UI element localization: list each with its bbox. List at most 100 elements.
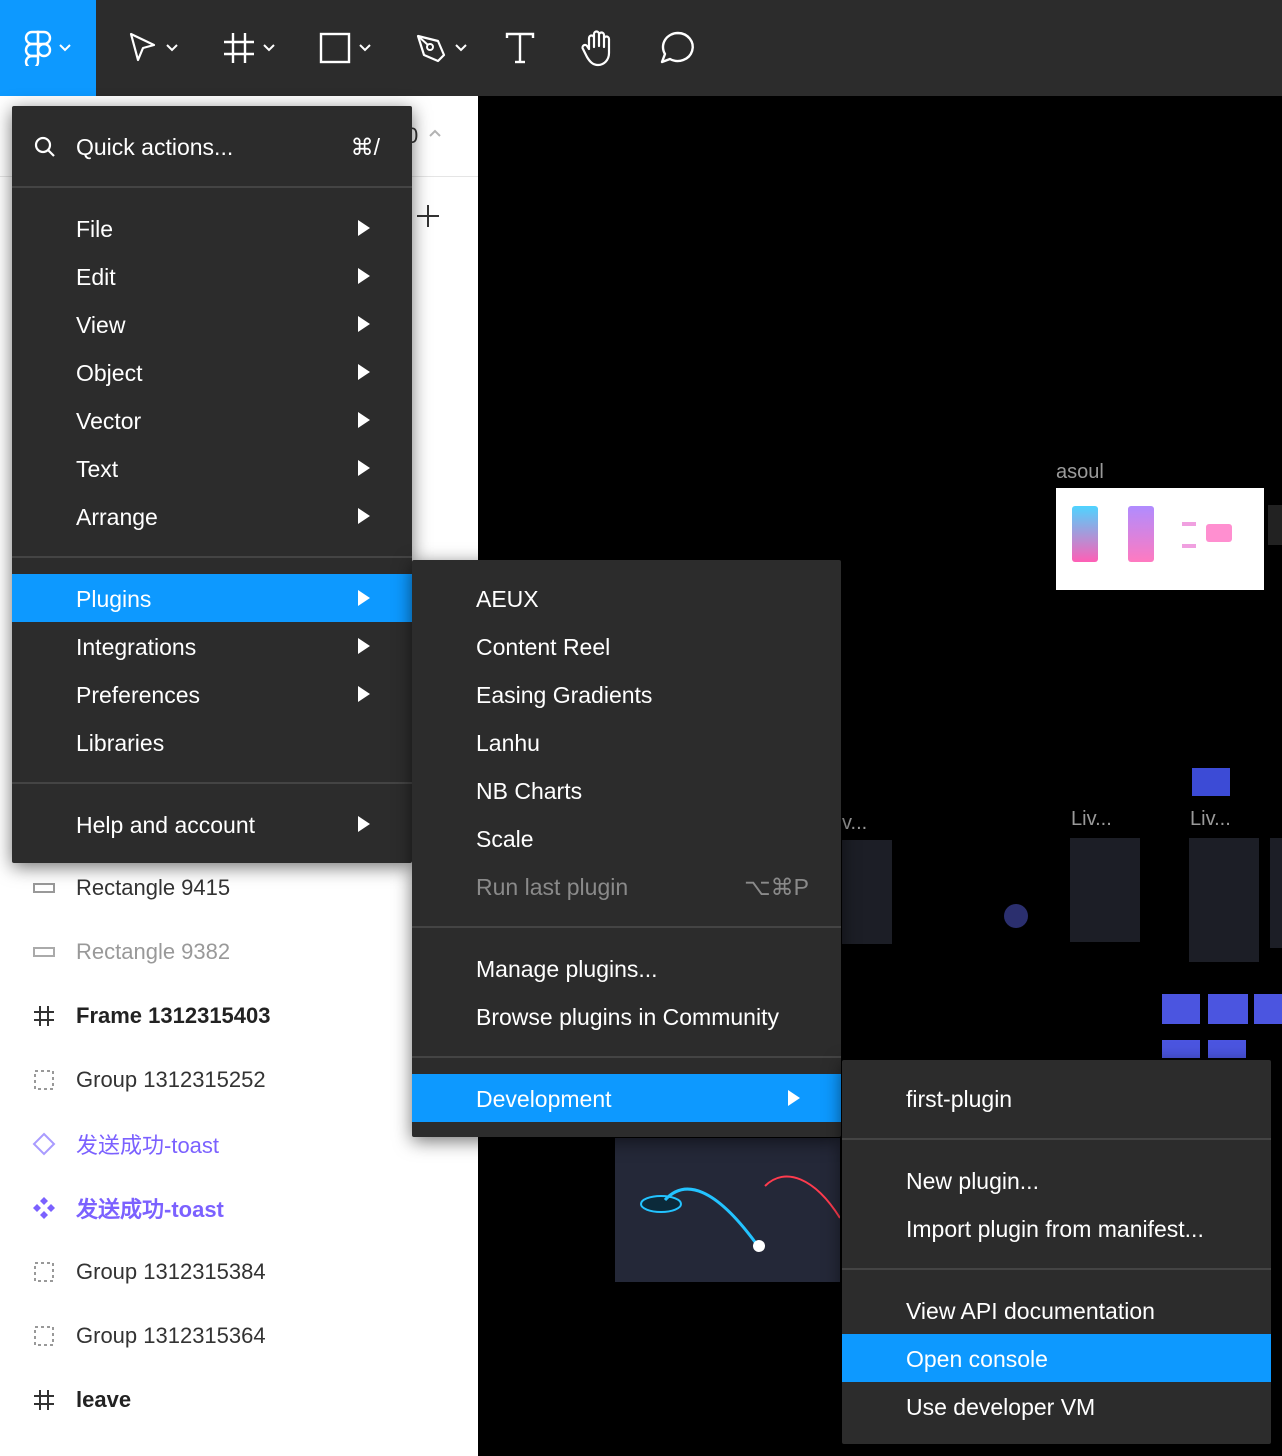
frame-tool[interactable] (214, 0, 284, 96)
group-icon (32, 1068, 56, 1092)
frame-thumbnail-partial[interactable] (1268, 505, 1282, 545)
layer-label: Group 1312315252 (76, 1067, 266, 1092)
pen-tool[interactable] (406, 0, 476, 96)
frame-thumbnail[interactable] (842, 840, 892, 944)
add-page-icon[interactable] (416, 204, 440, 228)
import-manifest-item[interactable]: Import plugin from manifest... (842, 1204, 1271, 1252)
open-console-item[interactable]: Open console (842, 1334, 1271, 1382)
menu-item-file[interactable]: File (12, 204, 412, 252)
menu-item-shortcut: ⌥⌘P (744, 874, 809, 900)
menu-separator (12, 782, 412, 784)
rectangle-tool[interactable] (310, 0, 380, 96)
layer-row[interactable]: Group 1312315252 (0, 1048, 478, 1112)
layer-label: Group 1312315384 (76, 1259, 266, 1284)
menu-item-label: AEUX (476, 586, 539, 612)
menu-item-object[interactable]: Object (12, 348, 412, 396)
layer-row[interactable]: 发送成功-toast (0, 1176, 478, 1240)
quick-actions-item[interactable]: Quick actions... ⌘/ (12, 122, 412, 170)
chevron-up-icon[interactable] (428, 128, 442, 138)
frame-thumbnail[interactable] (1162, 994, 1200, 1024)
submenu-arrow-icon (788, 1090, 800, 1106)
frame-thumbnail[interactable] (1208, 994, 1248, 1024)
comment-tool[interactable] (656, 0, 700, 96)
frame-thumbnail[interactable] (1189, 838, 1259, 962)
menu-item-preferences[interactable]: Preferences (12, 670, 412, 718)
menu-item-arrange[interactable]: Arrange (12, 492, 412, 540)
layer-row[interactable]: leave (0, 1368, 478, 1432)
search-icon (34, 136, 55, 157)
menu-item-view[interactable]: View (12, 300, 412, 348)
menu-item-label: Run last plugin (476, 874, 629, 900)
frame-thumbnail[interactable] (1208, 1040, 1246, 1058)
developer-vm-item[interactable]: Use developer VM (842, 1382, 1271, 1430)
layer-row[interactable]: Group 1312315364 (0, 1304, 478, 1368)
frame-thumbnail[interactable] (1254, 994, 1282, 1024)
move-tool-icon (129, 32, 156, 62)
menu-separator (412, 1056, 841, 1058)
plugin-item[interactable]: Scale (412, 814, 841, 862)
menu-item-plugins[interactable]: Plugins (12, 574, 412, 622)
menu-item-label: Preferences (76, 682, 201, 708)
plugin-item[interactable]: NB Charts (412, 766, 841, 814)
group-icon (32, 1324, 56, 1348)
menu-item-label: Plugins (76, 586, 152, 612)
manage-plugins-item[interactable]: Manage plugins... (412, 944, 841, 992)
frame-name-label[interactable]: Liv... (1190, 808, 1231, 831)
component-main-icon (32, 1196, 56, 1220)
component-instance-icon (32, 1132, 56, 1156)
plugin-item[interactable]: Lanhu (412, 718, 841, 766)
frame-name-label[interactable]: v... (842, 812, 867, 835)
submenu-arrow-icon (358, 508, 370, 524)
quick-actions-label: Quick actions... (76, 134, 234, 160)
hand-tool[interactable] (576, 0, 620, 96)
menu-item-label: Use developer VM (906, 1394, 1096, 1420)
plugin-item[interactable]: Content Reel (412, 622, 841, 670)
menu-item-development[interactable]: Development (412, 1074, 841, 1122)
plugin-item[interactable]: Easing Gradients (412, 670, 841, 718)
rectangle-tool-icon (319, 32, 351, 64)
menu-item-label: Help and account (76, 812, 256, 838)
menu-item-label: Browse plugins in Community (476, 1004, 779, 1030)
text-tool[interactable] (498, 0, 542, 96)
layer-row[interactable]: Group 1312315384 (0, 1240, 478, 1304)
frame-thumbnail[interactable] (1070, 838, 1140, 942)
move-tool[interactable] (118, 0, 188, 96)
menu-item-libraries[interactable]: Libraries (12, 718, 412, 766)
menu-item-label: File (76, 216, 114, 242)
menu-separator (12, 556, 412, 558)
menu-item-vector[interactable]: Vector (12, 396, 412, 444)
menu-item-label: Vector (76, 408, 142, 434)
canvas-circle[interactable] (1004, 904, 1028, 928)
main-menu-button[interactable] (0, 0, 96, 96)
frame-thumbnail[interactable] (1192, 768, 1230, 796)
frame-thumbnail[interactable] (1056, 488, 1264, 590)
menu-item-text[interactable]: Text (12, 444, 412, 492)
menu-item-label: Content Reel (476, 634, 611, 660)
menu-separator (842, 1138, 1271, 1140)
browse-plugins-item[interactable]: Browse plugins in Community (412, 992, 841, 1040)
layer-row[interactable]: Rectangle 9415 (0, 856, 478, 920)
menu-item-edit[interactable]: Edit (12, 252, 412, 300)
layer-label: Rectangle 9415 (76, 875, 231, 900)
api-docs-item[interactable]: View API documentation (842, 1286, 1271, 1334)
submenu-arrow-icon (358, 590, 370, 606)
frame-tool-icon (224, 33, 254, 63)
frame-thumbnail[interactable] (1162, 1040, 1200, 1058)
layer-row[interactable]: Rectangle 9382 (0, 920, 478, 984)
new-plugin-item[interactable]: New plugin... (842, 1156, 1271, 1204)
menu-item-label: Development (476, 1086, 612, 1112)
frame-thumbnail-partial[interactable] (1270, 838, 1282, 948)
menu-item-label: first-plugin (906, 1086, 1013, 1112)
layer-row[interactable]: 发送成功-toast (0, 1112, 478, 1176)
menu-item-label: Open console (906, 1346, 1048, 1372)
menu-item-integrations[interactable]: Integrations (12, 622, 412, 670)
frame-name-label[interactable]: asoul (1056, 461, 1104, 484)
dev-plugin-item[interactable]: first-plugin (842, 1074, 1271, 1122)
layer-row[interactable]: Frame 1312315403 (0, 984, 478, 1048)
frame-name-label[interactable]: Liv... (1071, 808, 1112, 831)
layer-label: Group 1312315364 (76, 1323, 266, 1348)
frame-thumbnail[interactable] (615, 1138, 841, 1282)
submenu-arrow-icon (358, 638, 370, 654)
plugin-item[interactable]: AEUX (412, 574, 841, 622)
menu-item-help[interactable]: Help and account (12, 800, 412, 848)
